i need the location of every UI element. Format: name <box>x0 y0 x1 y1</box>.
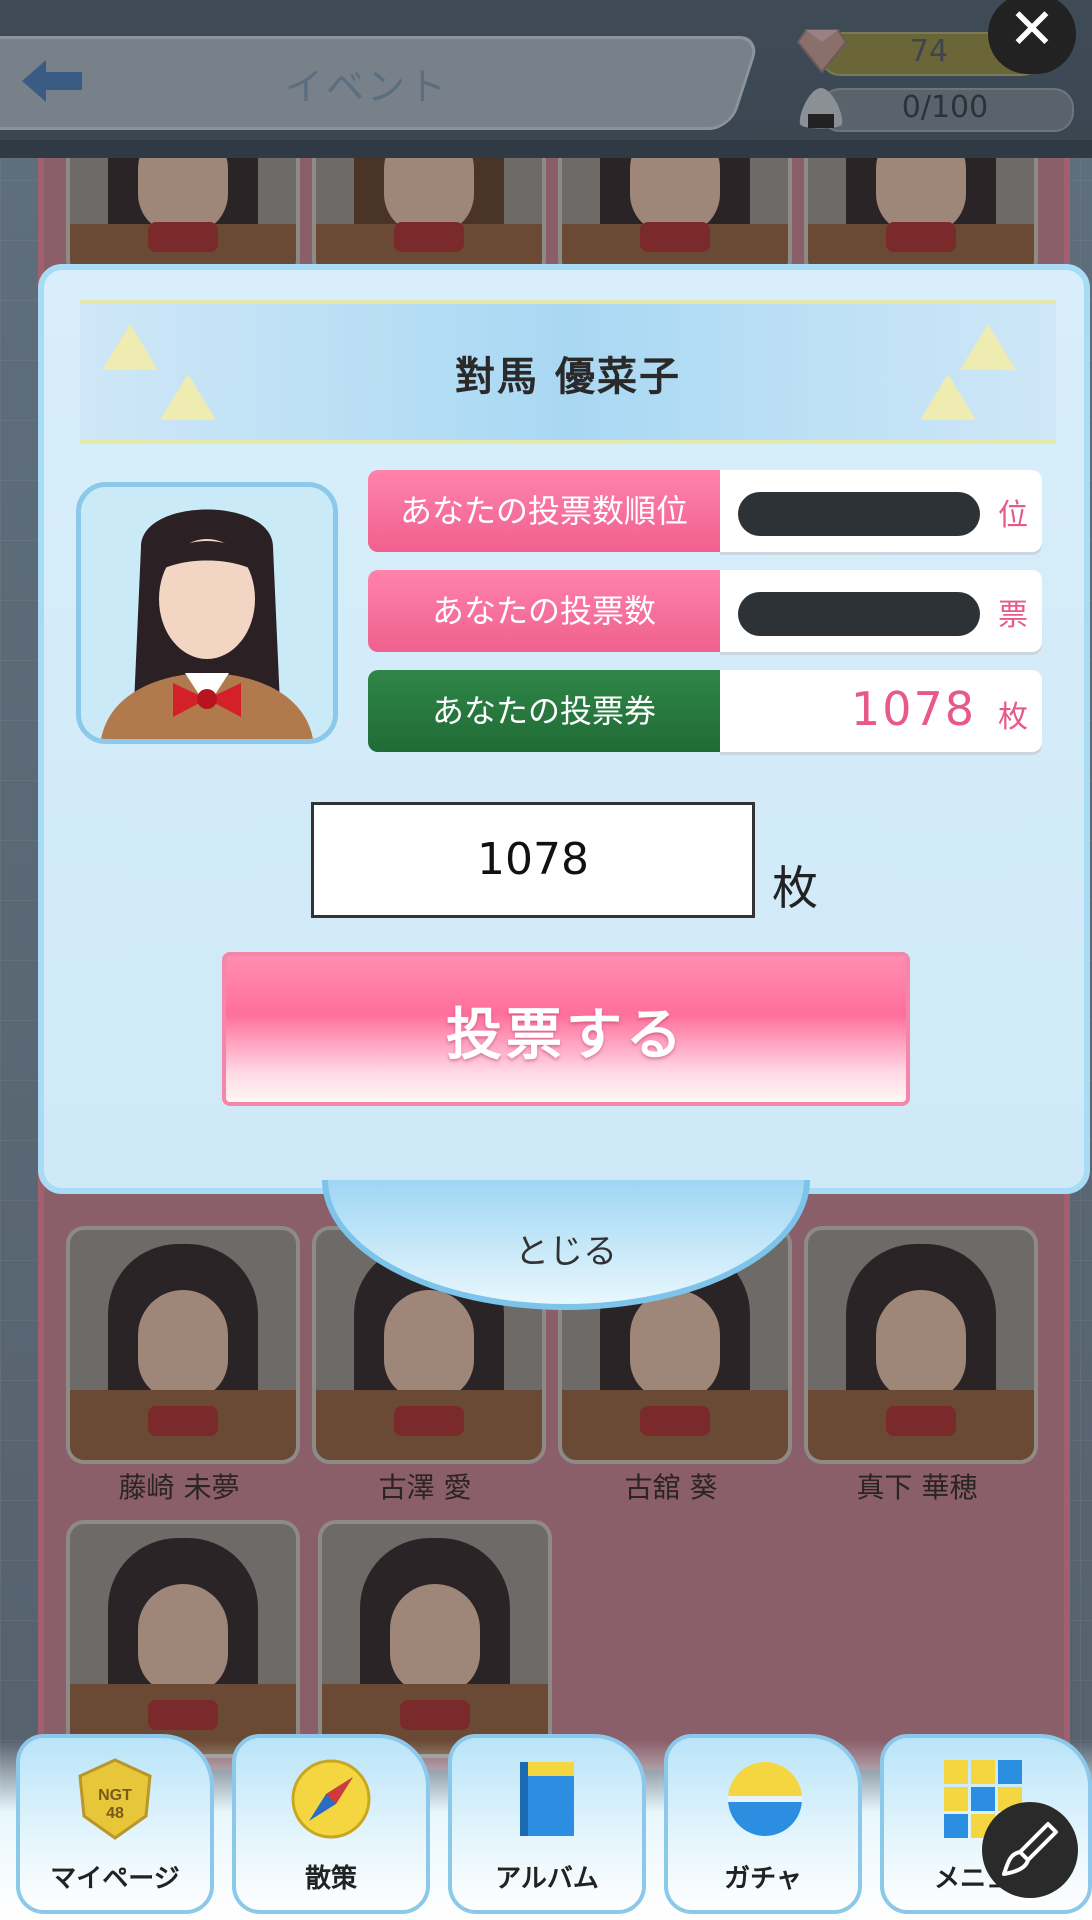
vote-count-value: 票 <box>720 570 1042 652</box>
member-thumb[interactable] <box>66 1226 300 1464</box>
vote-rank-value: 位 <box>720 470 1042 552</box>
ngt48-badge-icon: NGT 48 <box>78 1758 152 1840</box>
member-thumb[interactable] <box>804 140 1038 278</box>
page-title: イベント <box>285 65 450 109</box>
member-thumb[interactable] <box>558 140 792 278</box>
member-thumb[interactable] <box>318 1520 552 1758</box>
portrait-illustration <box>81 487 333 739</box>
brush-tool-button[interactable] <box>982 1802 1078 1898</box>
vote-count-label: あなたの投票数 <box>368 570 720 652</box>
member-portrait <box>76 482 338 744</box>
member-name-label: 藤崎 未夢 <box>118 1471 240 1504</box>
member-name-title: 對馬 優菜子 <box>455 354 681 400</box>
back-arrow-icon[interactable] <box>18 56 88 106</box>
compass-icon <box>291 1759 371 1839</box>
member-thumb[interactable] <box>804 1226 1038 1464</box>
close-modal-label[interactable]: とじる <box>322 1224 810 1273</box>
ticket-value: 1078 枚 <box>720 670 1042 752</box>
paintbrush-icon <box>1002 1822 1058 1876</box>
vote-unit: 票 <box>998 598 1028 633</box>
svg-text:48: 48 <box>106 1805 124 1822</box>
vote-quantity-input[interactable]: 1078 <box>311 802 755 918</box>
vote-button-label[interactable]: 投票する <box>222 990 910 1071</box>
member-thumb[interactable] <box>66 140 300 278</box>
vote-rank-label: あなたの投票数順位 <box>368 470 720 552</box>
close-overlay-button[interactable]: ✕ <box>988 0 1076 74</box>
ticket-label: あなたの投票券 <box>368 670 720 752</box>
album-icon <box>520 1762 574 1836</box>
member-name-label: 真下 華穂 <box>856 1471 978 1504</box>
nav-gacha-label[interactable]: ガチャ <box>664 1858 862 1895</box>
gacha-capsule-icon <box>728 1762 802 1836</box>
member-thumb[interactable] <box>312 140 546 278</box>
member-thumb[interactable] <box>66 1520 300 1758</box>
nav-mypage-label[interactable]: マイページ <box>16 1858 214 1895</box>
svg-text:NGT: NGT <box>98 1787 132 1804</box>
redacted-value <box>738 492 980 536</box>
nav-album-label[interactable]: アルバム <box>448 1858 646 1895</box>
member-name-label: 古舘 葵 <box>624 1471 718 1504</box>
nav-walk-label[interactable]: 散策 <box>232 1858 430 1895</box>
ticket-unit: 枚 <box>998 700 1028 735</box>
ticket-count: 1078 <box>850 682 976 736</box>
quantity-unit: 枚 <box>772 861 818 915</box>
stamina-count: 0/100 <box>901 90 989 125</box>
redacted-value <box>738 592 980 636</box>
member-name-label: 古澤 愛 <box>378 1471 472 1504</box>
rank-unit: 位 <box>998 498 1028 533</box>
